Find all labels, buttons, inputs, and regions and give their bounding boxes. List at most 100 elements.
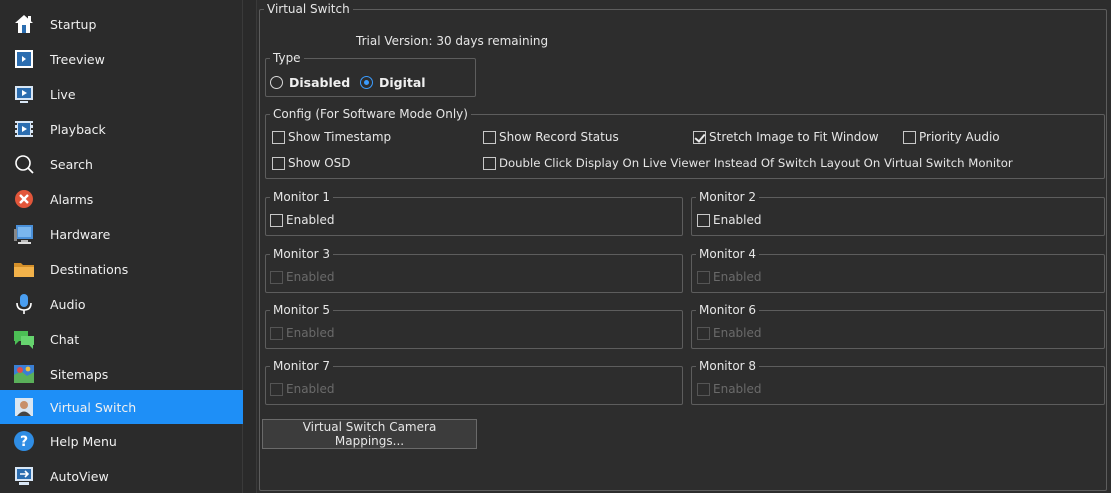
sidebar-item-audio[interactable]: Audio bbox=[0, 287, 243, 321]
home-icon bbox=[12, 12, 36, 36]
folder-icon bbox=[12, 257, 36, 281]
virtual-switch-icon bbox=[12, 395, 36, 419]
splitter[interactable] bbox=[243, 0, 257, 493]
monitor-title: Monitor 3 bbox=[273, 247, 331, 261]
type-title: Type bbox=[273, 51, 301, 65]
checkbox-box bbox=[270, 326, 283, 340]
checkbox-box bbox=[483, 156, 496, 170]
show-record-status-checkbox[interactable]: Show Record Status bbox=[483, 130, 619, 144]
live-icon bbox=[12, 82, 36, 106]
monitor-title: Monitor 6 bbox=[699, 303, 757, 317]
sidebar-item-playback[interactable]: Playback bbox=[0, 112, 243, 146]
checkbox-box bbox=[272, 156, 285, 170]
checkbox-label: Enabled bbox=[713, 382, 762, 396]
sidebar-item-label: Search bbox=[50, 156, 93, 172]
monitor-3-enabled-checkbox[interactable]: Enabled bbox=[270, 270, 335, 284]
sidebar-item-label: Startup bbox=[50, 16, 97, 32]
checkbox-box bbox=[697, 270, 710, 284]
checkbox-label: Show Timestamp bbox=[288, 130, 392, 144]
checkbox-label: Enabled bbox=[286, 382, 335, 396]
camera-mappings-button[interactable]: Virtual Switch Camera Mappings... bbox=[262, 419, 477, 449]
checkbox-box bbox=[483, 130, 496, 144]
checkbox-label: Enabled bbox=[286, 270, 335, 284]
type-disabled-radio[interactable]: Disabled bbox=[270, 75, 350, 90]
monitor-title: Monitor 8 bbox=[699, 359, 757, 373]
sidebar-item-label: Live bbox=[50, 86, 76, 102]
monitor-title: Monitor 7 bbox=[273, 359, 331, 373]
sidebar-item-autoview[interactable]: AutoView bbox=[0, 459, 243, 493]
stretch-image-checkbox[interactable]: Stretch Image to Fit Window bbox=[693, 130, 879, 144]
double-click-display-checkbox[interactable]: Double Click Display On Live Viewer Inst… bbox=[483, 156, 1013, 170]
sidebar-item-label: Destinations bbox=[50, 261, 129, 277]
monitor-title: Monitor 4 bbox=[699, 247, 757, 261]
checkbox-label: Enabled bbox=[713, 213, 762, 227]
monitor-5-enabled-checkbox[interactable]: Enabled bbox=[270, 326, 335, 340]
checkbox-label: Enabled bbox=[286, 213, 335, 227]
sidebar-item-label: Virtual Switch bbox=[50, 399, 137, 415]
sidebar-item-label: Help Menu bbox=[50, 433, 117, 449]
monitor-2-enabled-checkbox[interactable]: Enabled bbox=[697, 213, 762, 227]
radio-indicator bbox=[270, 76, 283, 89]
radio-label: Digital bbox=[379, 75, 426, 90]
sidebar-item-label: Chat bbox=[50, 331, 80, 347]
checkbox-box bbox=[697, 382, 710, 396]
monitor-6-enabled-checkbox[interactable]: Enabled bbox=[697, 326, 762, 340]
sidebar-item-label: Playback bbox=[50, 121, 106, 137]
group-title: Virtual Switch bbox=[267, 2, 350, 16]
playback-icon bbox=[12, 117, 36, 141]
sidebar-item-search[interactable]: Search bbox=[0, 147, 243, 181]
sidebar-item-help-menu[interactable]: ? Help Menu bbox=[0, 424, 243, 458]
monitor-title: Monitor 1 bbox=[273, 190, 331, 204]
checkbox-box bbox=[272, 130, 285, 144]
checkbox-box bbox=[697, 213, 710, 227]
priority-audio-checkbox[interactable]: Priority Audio bbox=[903, 130, 1000, 144]
config-title: Config (For Software Mode Only) bbox=[273, 107, 468, 121]
settings-panel: Virtual Switch Trial Version: 30 days re… bbox=[257, 0, 1111, 493]
sidebar-item-label: Sitemaps bbox=[50, 366, 109, 382]
sidebar-item-live[interactable]: Live bbox=[0, 77, 243, 111]
trial-status: Trial Version: 30 days remaining bbox=[356, 34, 549, 48]
chat-icon bbox=[12, 327, 36, 351]
alarm-icon bbox=[12, 187, 36, 211]
monitor-1-enabled-checkbox[interactable]: Enabled bbox=[270, 213, 335, 227]
checkbox-label: Show OSD bbox=[288, 156, 351, 170]
checkbox-label: Enabled bbox=[713, 270, 762, 284]
sidebar-item-startup[interactable]: Startup bbox=[0, 7, 243, 41]
checkbox-box bbox=[270, 270, 283, 284]
autoview-icon bbox=[12, 464, 36, 488]
sidebar-item-hardware[interactable]: Hardware bbox=[0, 217, 243, 251]
search-icon bbox=[12, 152, 36, 176]
checkbox-label: Enabled bbox=[713, 326, 762, 340]
monitor-title: Monitor 5 bbox=[273, 303, 331, 317]
sidebar-item-alarms[interactable]: Alarms bbox=[0, 182, 243, 216]
checkbox-box bbox=[270, 382, 283, 396]
sidebar-item-label: Audio bbox=[50, 296, 86, 312]
sidebar-item-chat[interactable]: Chat bbox=[0, 322, 243, 356]
sidebar-item-destinations[interactable]: Destinations bbox=[0, 252, 243, 286]
sidebar-item-treeview[interactable]: Treeview bbox=[0, 42, 243, 76]
hardware-icon bbox=[12, 222, 36, 246]
sidebar-item-sitemaps[interactable]: Sitemaps bbox=[0, 357, 243, 391]
map-icon bbox=[12, 362, 36, 386]
checkbox-label: Priority Audio bbox=[919, 130, 1000, 144]
show-timestamp-checkbox[interactable]: Show Timestamp bbox=[272, 130, 391, 144]
monitor-8-enabled-checkbox[interactable]: Enabled bbox=[697, 382, 762, 396]
svg-text:?: ? bbox=[20, 434, 28, 450]
monitor-7-enabled-checkbox[interactable]: Enabled bbox=[270, 382, 335, 396]
checkbox-label: Stretch Image to Fit Window bbox=[709, 130, 879, 144]
checkbox-box bbox=[903, 130, 916, 144]
monitor-4-enabled-checkbox[interactable]: Enabled bbox=[697, 270, 762, 284]
type-digital-radio[interactable]: Digital bbox=[360, 75, 426, 90]
sidebar-item-virtual-switch[interactable]: Virtual Switch bbox=[0, 390, 243, 424]
sidebar-item-label: AutoView bbox=[50, 468, 109, 484]
radio-label: Disabled bbox=[289, 75, 351, 90]
help-icon: ? bbox=[12, 429, 36, 453]
checkbox-label: Enabled bbox=[286, 326, 335, 340]
show-osd-checkbox[interactable]: Show OSD bbox=[272, 156, 351, 170]
sidebar: Startup Treeview Live Playback Search Al… bbox=[0, 0, 243, 493]
checkbox-label: Double Click Display On Live Viewer Inst… bbox=[499, 156, 1013, 170]
sidebar-item-label: Hardware bbox=[50, 226, 111, 242]
microphone-icon bbox=[12, 292, 36, 316]
treeview-icon bbox=[12, 47, 36, 71]
sidebar-item-label: Alarms bbox=[50, 191, 94, 207]
